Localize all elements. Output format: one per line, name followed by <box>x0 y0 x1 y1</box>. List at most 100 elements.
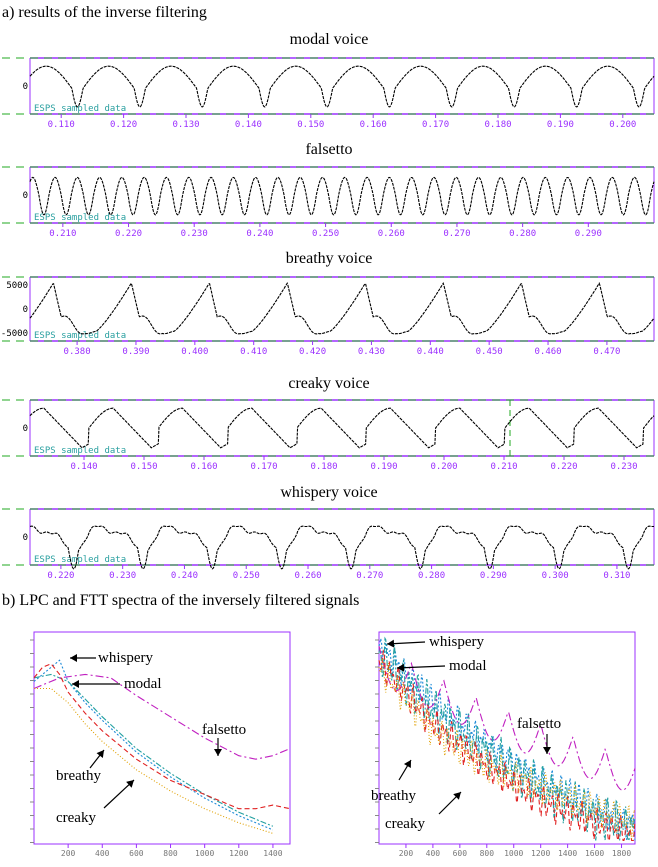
annotation-modal: modal <box>449 658 487 674</box>
annotation-falsetto: falsetto <box>202 722 246 738</box>
y-tick-label: -5000 <box>1 329 28 339</box>
waveform-trace <box>29 407 655 449</box>
fft-spectrum-chart: 200 400 600 800 1000 1200 1400 1600 1800 whispery… <box>371 631 636 858</box>
x-tick-label: 200 <box>61 849 76 858</box>
x-tick-label: 800 <box>480 849 495 858</box>
x-tick-label: 0.220 <box>550 462 577 472</box>
x-tick-label: 0.190 <box>370 462 397 472</box>
x-tick-label: 1000 <box>504 849 523 858</box>
x-tick-label: 1600 <box>585 849 604 858</box>
x-tick-label: 0.430 <box>358 347 385 357</box>
x-tick-label: 0.150 <box>297 120 324 130</box>
x-tick-label: 0.200 <box>430 462 457 472</box>
x-tick-label: 800 <box>163 849 178 858</box>
wave-info-label: ESPS sampled data <box>34 331 126 341</box>
annotation-modal: modal <box>124 676 162 692</box>
arrowhead-falsetto <box>543 747 551 754</box>
x-tick-label: 1400 <box>263 849 282 858</box>
x-tick-label: 0.110 <box>48 120 75 130</box>
x-tick-label: 600 <box>453 849 468 858</box>
panel-title-whispery: whispery voice <box>280 484 378 501</box>
x-tick-label: 0.230 <box>181 229 208 239</box>
waveform-trace <box>29 176 655 216</box>
x-tick-label: 0.170 <box>422 120 449 130</box>
x-tick-label: 0.310 <box>603 571 630 581</box>
series-modal <box>33 673 274 827</box>
x-tick-label: 0.470 <box>593 347 620 357</box>
x-tick-label: 0.400 <box>181 347 208 357</box>
panel-title-modal: modal voice <box>289 31 369 48</box>
x-tick-label: 0.300 <box>542 571 569 581</box>
x-tick-label: 400 <box>426 849 441 858</box>
arrowhead-modal <box>72 680 79 688</box>
x-tick-label: 0.220 <box>47 571 74 581</box>
x-tick-label: 0.280 <box>509 229 536 239</box>
x-tick-label: 0.260 <box>294 571 321 581</box>
x-tick-label: 0.200 <box>609 120 636 130</box>
annotation-whispery: whispery <box>98 650 153 666</box>
x-tick-label: 1200 <box>229 849 248 858</box>
x-tick-label: 200 <box>399 849 414 858</box>
annotation-breathy: breathy <box>371 788 416 804</box>
waveform-creaky: 0 0.140 0.150 0.160 0.170 0.180 0.190 0.200 0.21… <box>2 399 656 472</box>
wave-info-label: ESPS sampled data <box>34 213 126 223</box>
x-tick-label: 0.260 <box>378 229 405 239</box>
x-tick-label: 0.230 <box>109 571 136 581</box>
x-tick-label: 0.220 <box>115 229 142 239</box>
x-tick-label: 0.120 <box>110 120 137 130</box>
wave-info-label: ESPS sampled data <box>34 104 126 114</box>
x-tick-label: 1400 <box>558 849 577 858</box>
y-tick-label: 5000 <box>6 281 28 291</box>
x-tick-label: 0.380 <box>64 347 91 357</box>
section-b-title: b) LPC and FTT spectra of the inversely … <box>2 592 360 609</box>
y-tick-label: 0 <box>23 82 28 92</box>
section-a-title: a) results of the inverse filtering <box>2 4 207 21</box>
waveform-modal: 0 0.110 0.120 0.130 0.140 0.150 0.160 0.170 0.18… <box>2 57 656 130</box>
x-tick-label: 0.170 <box>250 462 277 472</box>
x-tick-label: 0.240 <box>171 571 198 581</box>
arrowhead-whispery <box>70 654 77 662</box>
x-tick-label: 0.180 <box>310 462 337 472</box>
x-tick-label: 0.210 <box>49 229 76 239</box>
annotation-breathy: breathy <box>56 768 101 784</box>
y-tick-label: 0 <box>23 533 28 543</box>
x-tick-label: 0.270 <box>356 571 383 581</box>
arrowhead-whispery <box>387 639 395 648</box>
x-tick-label: 0.180 <box>484 120 511 130</box>
waveform-trace <box>29 65 655 108</box>
waveform-breathy: 5000 0 -5000 0.380 0.390 0.400 0.410 0.420 0.430… <box>1 276 656 357</box>
wave-info-label: ESPS sampled data <box>34 555 126 565</box>
x-tick-label: 1200 <box>531 849 550 858</box>
x-tick-label: 0.140 <box>235 120 262 130</box>
x-tick-label: 0.410 <box>240 347 267 357</box>
waveform-trace <box>29 282 655 335</box>
x-tick-label: 0.390 <box>122 347 149 357</box>
waveform-whispery: 0 0.220 0.230 0.240 0.250 0.260 0.270 0.280 0.29… <box>2 508 656 581</box>
waveform-falsetto: 0 0.210 0.220 0.230 0.240 0.250 0.260 0.270 0.28… <box>2 166 656 239</box>
lpc-spectrum-chart: 200 400 600 800 1000 1200 1400 whispery modal fal… <box>30 631 291 858</box>
series-falsetto <box>33 673 291 760</box>
x-tick-label: 0.140 <box>70 462 97 472</box>
x-tick-label: 400 <box>95 849 110 858</box>
y-tick-label: 0 <box>23 424 28 434</box>
x-tick-label: 0.420 <box>299 347 326 357</box>
x-tick-label: 0.450 <box>476 347 503 357</box>
x-tick-label: 0.160 <box>360 120 387 130</box>
annotation-creaky: creaky <box>56 810 96 826</box>
wave-info-label: ESPS sampled data <box>34 446 126 456</box>
annotation-whispery: whispery <box>429 634 484 650</box>
x-tick-label: 0.250 <box>312 229 339 239</box>
x-tick-label: 0.240 <box>246 229 273 239</box>
arrowhead-breathy <box>96 750 104 758</box>
x-tick-label: 0.290 <box>575 229 602 239</box>
x-tick-label: 0.160 <box>190 462 217 472</box>
x-tick-label: 0.270 <box>443 229 470 239</box>
annotation-falsetto: falsetto <box>517 716 561 732</box>
x-tick-label: 0.460 <box>534 347 561 357</box>
x-tick-label: 1800 <box>612 849 631 858</box>
arrowhead-falsetto <box>214 749 222 756</box>
x-tick-label: 0.290 <box>480 571 507 581</box>
x-tick-label: 0.230 <box>610 462 637 472</box>
x-tick-label: 0.440 <box>417 347 444 357</box>
x-tick-label: 0.190 <box>547 120 574 130</box>
